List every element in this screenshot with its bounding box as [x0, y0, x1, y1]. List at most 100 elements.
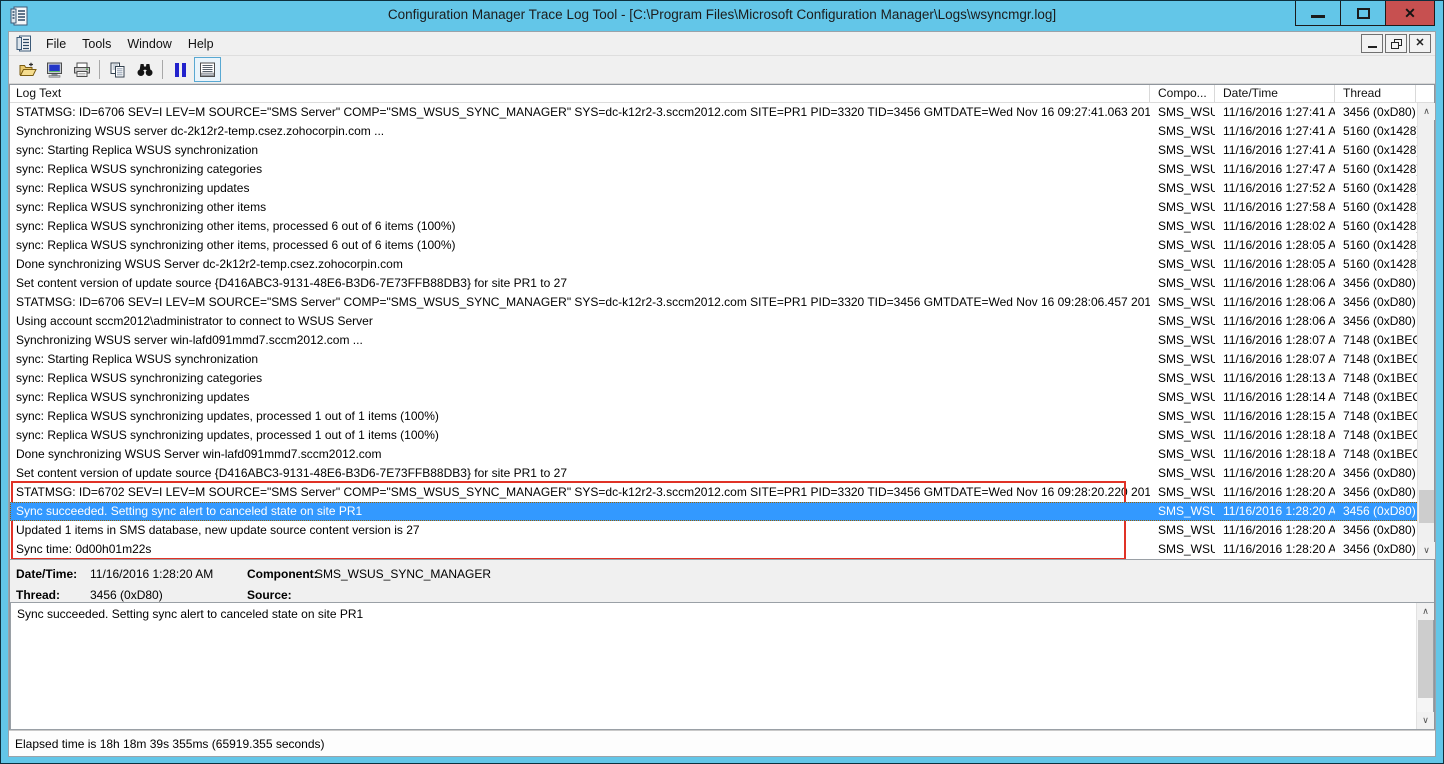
- menu-tools[interactable]: Tools: [74, 35, 119, 53]
- log-row[interactable]: Done synchronizing WSUS Server dc-2k12r2…: [10, 255, 1419, 274]
- minimize-icon: [1311, 15, 1325, 18]
- log-thread-cell: 3456 (0xD80): [1335, 540, 1419, 559]
- log-vertical-scrollbar[interactable]: ∧ ∨: [1417, 103, 1434, 559]
- log-row[interactable]: sync: Replica WSUS synchronizing updates…: [10, 179, 1419, 198]
- scroll-down-arrow-icon[interactable]: ∨: [1418, 542, 1435, 559]
- scroll-thumb[interactable]: [1419, 490, 1434, 523]
- print-button[interactable]: [68, 57, 95, 82]
- mdi-close-button[interactable]: ✕: [1409, 34, 1431, 53]
- log-row[interactable]: sync: Replica WSUS synchronizing categor…: [10, 369, 1419, 388]
- log-component-cell: SMS_WSUS: [1150, 179, 1215, 198]
- mdi-minimize-button[interactable]: [1361, 34, 1383, 53]
- log-text-cell: Set content version of update source {D4…: [10, 274, 1150, 293]
- minimize-button[interactable]: [1295, 1, 1341, 26]
- column-header-thread[interactable]: Thread: [1335, 85, 1416, 102]
- log-row[interactable]: sync: Replica WSUS synchronizing categor…: [10, 160, 1419, 179]
- log-row[interactable]: Sync time: 0d00h01m22s SMS_WSUS 11/16/20…: [10, 540, 1419, 559]
- log-datetime-cell: 11/16/2016 1:28:07 AM: [1215, 331, 1335, 350]
- detail-vertical-scrollbar[interactable]: ∧ ∨: [1416, 603, 1433, 729]
- detail-thread-value: 3456 (0xD80): [90, 588, 247, 602]
- log-datetime-cell: 11/16/2016 1:28:20 AM: [1215, 502, 1335, 521]
- log-datetime-cell: 11/16/2016 1:28:15 AM: [1215, 407, 1335, 426]
- elapsed-time-text: Elapsed time is 18h 18m 39s 355ms (65919…: [15, 737, 325, 751]
- title-bar[interactable]: Configuration Manager Trace Log Tool - […: [1, 1, 1443, 31]
- log-text-cell: Sync succeeded. Setting sync alert to ca…: [10, 502, 1150, 521]
- log-text-cell: sync: Replica WSUS synchronizing categor…: [10, 369, 1150, 388]
- menu-help[interactable]: Help: [180, 35, 222, 53]
- column-header-log-text[interactable]: Log Text: [10, 85, 1150, 102]
- log-row[interactable]: Sync succeeded. Setting sync alert to ca…: [10, 502, 1419, 521]
- scroll-thumb[interactable]: [1418, 620, 1433, 698]
- log-row[interactable]: Synchronizing WSUS server win-lafd091mmd…: [10, 331, 1419, 350]
- log-datetime-cell: 11/16/2016 1:27:52 AM: [1215, 179, 1335, 198]
- scroll-down-arrow-icon[interactable]: ∨: [1417, 712, 1434, 729]
- log-thread-cell: 3456 (0xD80): [1335, 502, 1419, 521]
- log-datetime-cell: 11/16/2016 1:28:07 AM: [1215, 350, 1335, 369]
- detail-component-value: SMS_WSUS_SYNC_MANAGER: [315, 567, 1434, 581]
- pause-icon: [175, 63, 186, 77]
- log-row[interactable]: sync: Replica WSUS synchronizing other i…: [10, 236, 1419, 255]
- log-datetime-cell: 11/16/2016 1:28:02 AM: [1215, 217, 1335, 236]
- pause-button[interactable]: [167, 57, 194, 82]
- log-row[interactable]: STATMSG: ID=6706 SEV=I LEV=M SOURCE="SMS…: [10, 103, 1419, 122]
- log-row[interactable]: Synchronizing WSUS server dc-2k12r2-temp…: [10, 122, 1419, 141]
- log-row[interactable]: sync: Replica WSUS synchronizing updates…: [10, 426, 1419, 445]
- log-text-cell: Done synchronizing WSUS Server dc-2k12r2…: [10, 255, 1150, 274]
- log-component-cell: SMS_WSUS: [1150, 502, 1215, 521]
- toolbar-separator: [162, 60, 163, 79]
- log-row[interactable]: sync: Replica WSUS synchronizing other i…: [10, 198, 1419, 217]
- log-component-cell: SMS_WSUS: [1150, 255, 1215, 274]
- log-row[interactable]: sync: Starting Replica WSUS synchronizat…: [10, 350, 1419, 369]
- error-lookup-button[interactable]: [41, 57, 68, 82]
- column-header-datetime[interactable]: Date/Time: [1215, 85, 1335, 102]
- log-row[interactable]: Set content version of update source {D4…: [10, 464, 1419, 483]
- log-component-cell: SMS_WSUS: [1150, 331, 1215, 350]
- mdi-restore-button[interactable]: [1385, 34, 1407, 53]
- log-row[interactable]: sync: Replica WSUS synchronizing updates…: [10, 407, 1419, 426]
- log-text-cell: Synchronizing WSUS server dc-2k12r2-temp…: [10, 122, 1150, 141]
- maximize-button[interactable]: [1340, 1, 1386, 26]
- log-datetime-cell: 11/16/2016 1:28:13 AM: [1215, 369, 1335, 388]
- log-row[interactable]: sync: Replica WSUS synchronizing updates…: [10, 388, 1419, 407]
- log-component-cell: SMS_WSUS: [1150, 217, 1215, 236]
- open-button[interactable]: [14, 57, 41, 82]
- log-text-cell: sync: Replica WSUS synchronizing other i…: [10, 198, 1150, 217]
- log-document-icon: [16, 35, 32, 52]
- log-row[interactable]: Done synchronizing WSUS Server win-lafd0…: [10, 445, 1419, 464]
- log-row[interactable]: sync: Starting Replica WSUS synchronizat…: [10, 141, 1419, 160]
- log-thread-cell: 3456 (0xD80): [1335, 293, 1419, 312]
- log-text-cell: sync: Starting Replica WSUS synchronizat…: [10, 141, 1150, 160]
- log-text-cell: sync: Replica WSUS synchronizing updates…: [10, 407, 1150, 426]
- menu-window[interactable]: Window: [119, 35, 179, 53]
- log-thread-cell: 3456 (0xD80): [1335, 103, 1419, 122]
- scroll-up-arrow-icon[interactable]: ∧: [1417, 603, 1434, 620]
- show-detail-toggle[interactable]: [194, 57, 221, 82]
- find-button[interactable]: [131, 57, 158, 82]
- detail-body[interactable]: Sync succeeded. Setting sync alert to ca…: [10, 602, 1434, 730]
- log-row[interactable]: Using account sccm2012\administrator to …: [10, 312, 1419, 331]
- column-header-component[interactable]: Compo...: [1150, 85, 1215, 102]
- close-button[interactable]: ✕: [1385, 1, 1435, 26]
- log-datetime-cell: 11/16/2016 1:27:41 AM: [1215, 122, 1335, 141]
- scroll-up-arrow-icon[interactable]: ∧: [1418, 103, 1435, 120]
- column-header-row: Log Text Compo... Date/Time Thread: [10, 85, 1434, 103]
- log-row[interactable]: STATMSG: ID=6706 SEV=I LEV=M SOURCE="SMS…: [10, 293, 1419, 312]
- log-thread-cell: 5160 (0x1428): [1335, 217, 1419, 236]
- log-datetime-cell: 11/16/2016 1:28:20 AM: [1215, 464, 1335, 483]
- log-datetime-cell: 11/16/2016 1:27:41 AM: [1215, 103, 1335, 122]
- log-row[interactable]: Set content version of update source {D4…: [10, 274, 1419, 293]
- log-row[interactable]: sync: Replica WSUS synchronizing other i…: [10, 217, 1419, 236]
- log-text-cell: Synchronizing WSUS server win-lafd091mmd…: [10, 331, 1150, 350]
- menu-file[interactable]: File: [38, 35, 74, 53]
- log-row[interactable]: STATMSG: ID=6702 SEV=I LEV=M SOURCE="SMS…: [10, 483, 1419, 502]
- log-text-cell: sync: Replica WSUS synchronizing updates: [10, 179, 1150, 198]
- log-text-cell: STATMSG: ID=6706 SEV=I LEV=M SOURCE="SMS…: [10, 103, 1150, 122]
- log-thread-cell: 7148 (0x1BEC): [1335, 350, 1419, 369]
- detail-component-label: Component:: [247, 567, 315, 581]
- log-datetime-cell: 11/16/2016 1:28:18 AM: [1215, 445, 1335, 464]
- log-component-cell: SMS_WSUS: [1150, 236, 1215, 255]
- copy-icon: [109, 62, 126, 78]
- copy-button[interactable]: [104, 57, 131, 82]
- log-text-cell: Set content version of update source {D4…: [10, 464, 1150, 483]
- log-row[interactable]: Updated 1 items in SMS database, new upd…: [10, 521, 1419, 540]
